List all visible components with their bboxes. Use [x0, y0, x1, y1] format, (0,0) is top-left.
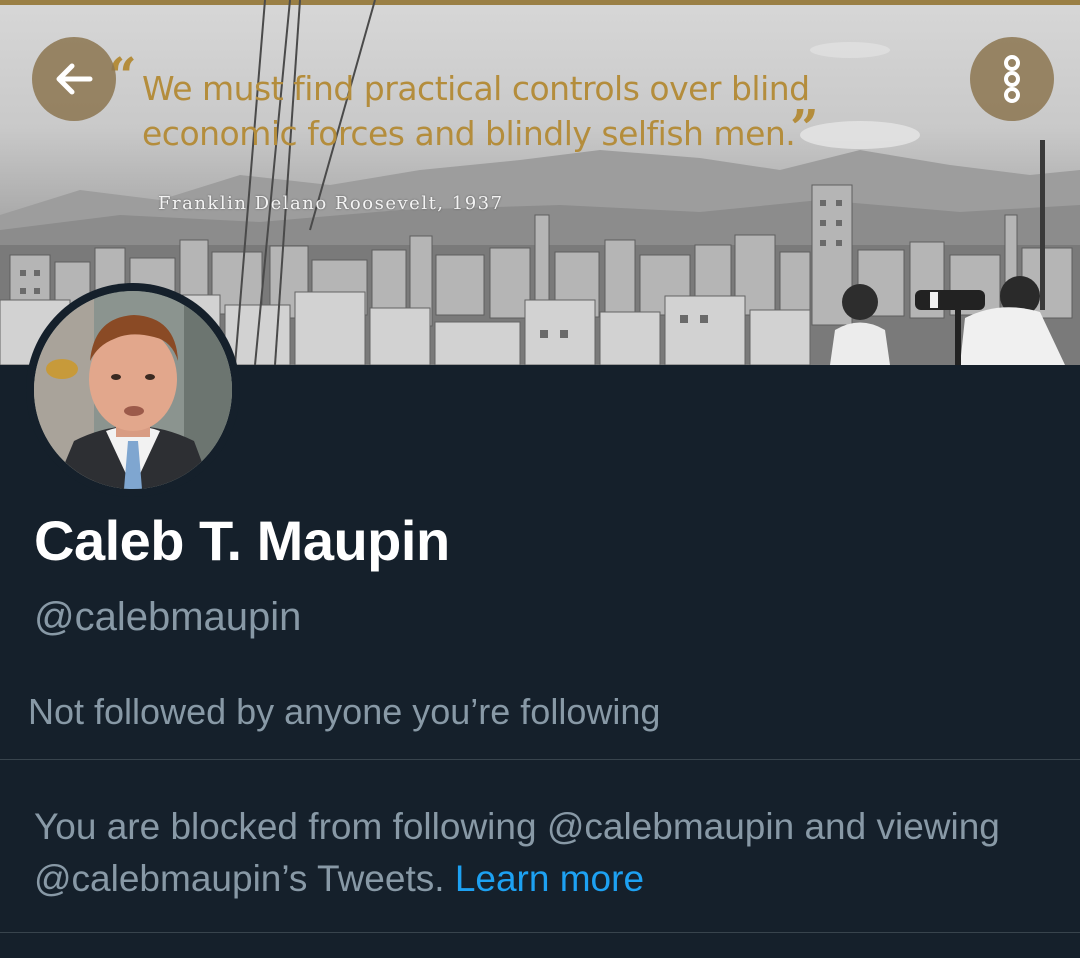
- banner-quote: We must find practical controls over bli…: [142, 66, 842, 156]
- quote-close-mark: ”: [790, 98, 819, 157]
- banner-quote-line-1: We must find practical controls over bli…: [142, 69, 810, 108]
- avatar[interactable]: [26, 283, 240, 497]
- profile-page: “ We must find practical controls over b…: [0, 0, 1080, 958]
- banner-quote-line-2: economic forces and blindly selfish men.: [142, 114, 796, 153]
- divider: [0, 759, 1080, 760]
- learn-more-link[interactable]: Learn more: [455, 858, 644, 899]
- arrow-left-icon: [56, 63, 93, 95]
- profile-photo-image: [34, 291, 232, 489]
- avatar-photo: [34, 291, 232, 489]
- more-vertical-icon: [1004, 55, 1020, 103]
- followers-you-know-note: Not followed by anyone you’re following: [28, 691, 661, 732]
- banner-attribution: Franklin Delano Roosevelt, 1937: [158, 193, 504, 214]
- profile-name: Caleb T. Maupin: [34, 509, 450, 572]
- divider: [0, 932, 1080, 933]
- profile-handle: @calebmaupin: [34, 595, 302, 639]
- more-options-button[interactable]: [970, 37, 1054, 121]
- back-button[interactable]: [32, 37, 116, 121]
- blocked-notice: You are blocked from following @calebmau…: [34, 801, 1054, 905]
